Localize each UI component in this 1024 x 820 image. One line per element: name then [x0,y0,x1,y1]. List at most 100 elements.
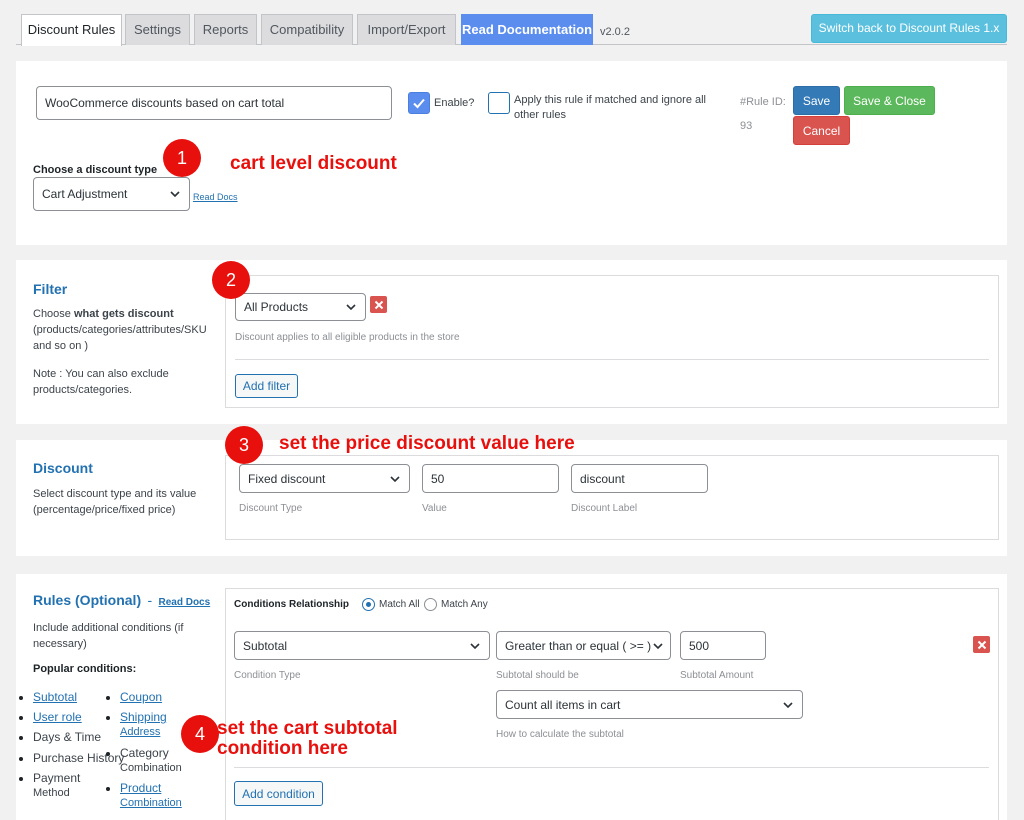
subtotal-calc-select[interactable]: Count all items in cart [496,690,803,719]
match-any-label: Match Any [441,599,488,610]
operator-hint: Subtotal should be [496,670,579,681]
apply-exclusive-label: Apply this rule if matched and ignore al… [514,93,706,123]
chevron-down-icon [782,699,794,711]
annotation-badge-2: 2 [212,261,250,299]
rules-desc-line2: necessary) [33,638,87,650]
subtotal-amount-value: 500 [689,638,710,653]
rule-id-value: 93 [740,120,753,132]
popular-purchase-history: Purchase History [18,751,125,765]
filter-desc-line3: and so on ) [33,340,89,352]
enable-checkbox[interactable] [408,92,430,114]
annotation-badge-1: 1 [163,139,201,177]
filter-description: Choose what gets discount (products/cate… [33,306,207,354]
apply-exclusive-label-line1: Apply this rule if matched and ignore al… [514,94,706,106]
discount-title: Discount [33,460,93,476]
rules-title: Rules (Optional) [33,592,142,608]
annotation-text-1: cart level discount [230,153,397,174]
annotation-text-4-line2: condition here [217,738,348,759]
match-all-label: Match All [379,599,420,610]
tab-reports[interactable]: Reports [194,14,257,45]
annotation-text-4: set the cart subtotal condition here [217,719,398,759]
top-tab-bar: Discount Rules Settings Reports Compatib… [0,0,1024,46]
discount-desc-line2: (percentage/price/fixed price) [33,504,176,516]
discount-type-dropdown[interactable]: Fixed discount [239,464,410,493]
discount-value-input[interactable]: 50 [422,464,559,493]
conditions-relationship-label: Conditions Relationship [234,599,349,610]
discount-desc-line1: Select discount type and its value [33,488,197,500]
tab-import-export[interactable]: Import/Export [357,14,456,45]
filter-card: Filter Choose what gets discount (produc… [16,260,1007,424]
tab-compatibility[interactable]: Compatibility [261,14,353,45]
annotation-text-3: set the price discount value here [279,433,575,454]
apply-exclusive-label-line2: other rules [514,109,566,121]
remove-filter-button[interactable] [370,296,387,313]
filter-desc-bold: what gets discount [73,308,174,320]
rule-id-label: #Rule ID: [740,96,786,108]
rule-title-input[interactable]: WooCommerce discounts based on cart tota… [36,86,392,120]
filter-desc-prefix: Choose [33,308,74,320]
save-button[interactable]: Save [793,86,840,115]
discount-type-read-docs-link[interactable]: Read Docs [193,192,238,202]
filter-hint: Discount applies to all eligible product… [235,332,460,343]
tab-discount-rules[interactable]: Discount Rules [21,14,122,46]
popular-product-link[interactable]: Product [105,781,161,796]
rules-card: Rules (Optional) - Read Docs Include add… [16,574,1007,820]
discount-label-hint: Discount Label [571,503,638,514]
add-condition-button[interactable]: Add condition [234,781,323,806]
remove-condition-button[interactable] [973,636,990,653]
popular-method: Method [33,787,70,799]
popular-user-role-link[interactable]: User role [19,710,82,725]
chevron-down-icon [389,473,401,485]
save-close-button[interactable]: Save & Close [844,86,935,115]
rule-header-card: WooCommerce discounts based on cart tota… [16,61,1007,245]
rules-desc-line1: Include additional conditions (if [33,622,184,634]
discount-description: Select discount type and its value (perc… [33,486,196,518]
chevron-down-icon [169,188,181,200]
enable-label: Enable? [434,97,475,109]
popular-subtotal-link[interactable]: Subtotal [18,690,77,705]
popular-category-combination: Combination [120,762,182,774]
discount-type-select[interactable]: Cart Adjustment [33,177,190,211]
operator-select[interactable]: Greater than or equal ( >= ) [496,631,671,660]
popular-product-combination-link[interactable]: Combination [120,796,182,811]
add-filter-button[interactable]: Add filter [235,374,298,398]
popular-address-link[interactable]: Address [120,725,160,740]
filter-desc-line2: (products/categories/attributes/SKU [33,324,207,336]
chevron-down-icon [345,301,357,313]
filter-note-line2: products/categories. [33,384,133,396]
condition-type-value: Subtotal [243,638,288,653]
rules-read-docs-link[interactable]: Read Docs [158,597,210,608]
discount-type-dropdown-value: Fixed discount [248,471,326,486]
popular-conditions-label: Popular conditions: [33,663,137,675]
cancel-button[interactable]: Cancel [793,116,850,145]
apply-exclusive-checkbox[interactable] [488,92,510,114]
subtotal-amount-input[interactable]: 500 [680,631,766,660]
condition-type-select[interactable]: Subtotal [234,631,490,660]
subtotal-amount-hint: Subtotal Amount [680,670,754,681]
check-icon [413,98,425,109]
close-icon [977,640,986,649]
match-any-radio[interactable] [424,598,437,611]
filter-title: Filter [33,281,68,297]
popular-days-time: Days & Time [18,730,102,744]
filter-select[interactable]: All Products [235,293,366,321]
filter-note-line1: Note : You can also exclude [33,368,169,380]
discount-value-hint: Value [422,503,447,514]
annotation-text-4-line1: set the cart subtotal [217,718,398,739]
match-all-radio[interactable] [362,598,375,611]
switch-back-button[interactable]: Switch back to Discount Rules 1.x [811,14,1007,43]
popular-shipping-link[interactable]: Shipping [106,710,167,725]
discount-type-hint: Discount Type [239,503,303,514]
popular-coupon-link[interactable]: Coupon [105,690,162,705]
tab-read-documentation[interactable]: Read Documentation [461,14,593,45]
rules-description: Include additional conditions (if necess… [33,620,183,652]
annotation-badge-4: 4 [181,715,219,753]
subtotal-calc-value: Count all items in cart [505,697,621,712]
discount-card: Discount Select discount type and its va… [16,426,1007,556]
discount-label-input[interactable]: discount [571,464,708,493]
version-label: v2.0.2 [600,26,630,38]
chevron-down-icon [469,640,481,652]
tab-settings[interactable]: Settings [125,14,190,45]
condition-type-hint: Condition Type [234,670,301,681]
subtotal-calc-hint: How to calculate the subtotal [496,729,624,740]
